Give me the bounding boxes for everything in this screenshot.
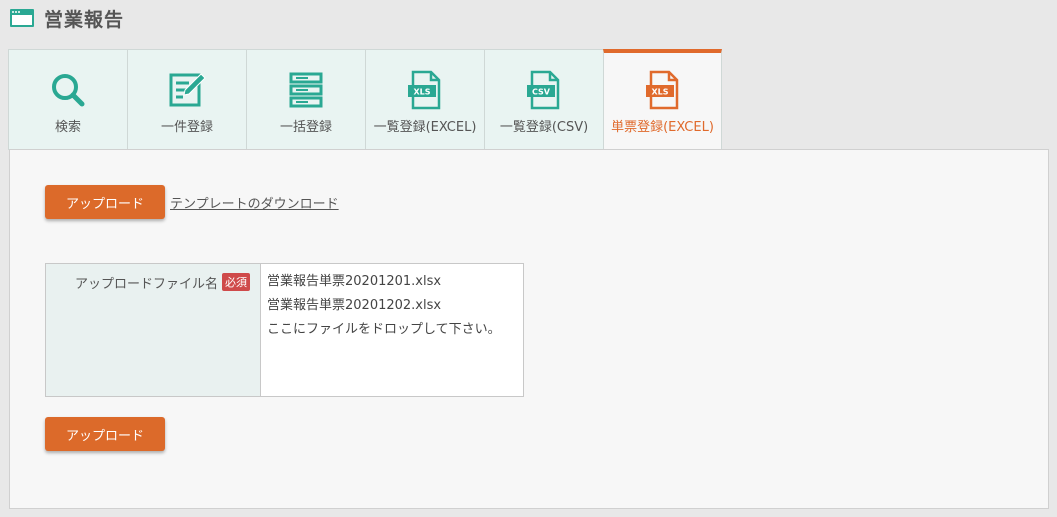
tab-label: 検索 xyxy=(54,120,81,135)
search-icon xyxy=(52,74,85,107)
xls-file-icon: XLS xyxy=(645,70,678,110)
upload-panel: アップロード テンプレートのダウンロード アップロードファイル名 必須 営業報告… xyxy=(9,149,1049,509)
tab-label: 一覧登録(EXCEL) xyxy=(373,120,477,135)
file-list-item: 営業報告単票20201202.xlsx xyxy=(267,298,442,313)
csv-icon-text: CSV xyxy=(532,88,551,97)
page-title: 営業報告 xyxy=(44,8,125,31)
xls-icon-text: XLS xyxy=(413,88,430,97)
template-download-link[interactable]: テンプレートのダウンロード xyxy=(170,193,339,212)
xls-icon-text: XLS xyxy=(651,88,668,97)
tab-search[interactable]: 検索 xyxy=(8,49,127,150)
file-name-label: アップロードファイル名 xyxy=(74,277,218,292)
upload-button-bottom[interactable]: アップロード xyxy=(45,417,165,451)
tab-single-entry[interactable]: 一件登録 xyxy=(127,49,246,150)
upload-form-table: アップロードファイル名 必須 営業報告単票20201201.xlsx 営業報告単… xyxy=(45,263,524,397)
tab-list-csv[interactable]: CSV 一覧登録(CSV) xyxy=(484,49,603,150)
window-icon xyxy=(10,9,34,27)
file-drop-zone[interactable]: 営業報告単票20201201.xlsx 営業報告単票20201202.xlsx … xyxy=(261,264,523,396)
tab-single-excel[interactable]: XLS 単票登録(EXCEL) xyxy=(603,49,722,151)
edit-form-icon xyxy=(169,73,206,107)
drop-hint: ここにファイルをドロップして下さい。 xyxy=(267,322,501,337)
page-header: 営業報告 xyxy=(10,7,125,31)
tab-label: 一覧登録(CSV) xyxy=(499,120,589,135)
csv-file-icon: CSV xyxy=(527,70,560,110)
tab-label: 一括登録 xyxy=(279,120,332,135)
xls-file-icon: XLS xyxy=(408,70,441,110)
list-stack-icon xyxy=(289,72,323,108)
upload-button-top[interactable]: アップロード xyxy=(45,185,165,219)
file-list-item: 営業報告単票20201201.xlsx xyxy=(267,274,442,289)
tab-label: 一件登録 xyxy=(160,120,213,135)
tab-label: 単票登録(EXCEL) xyxy=(611,120,714,135)
required-badge: 必須 xyxy=(222,273,250,291)
form-label-cell: アップロードファイル名 必須 xyxy=(46,264,261,396)
tab-bar: 検索 一件登録 一括登録 XLS 一覧登録(EXCEL) CSV 一覧登録(CS… xyxy=(8,49,722,151)
tab-list-excel[interactable]: XLS 一覧登録(EXCEL) xyxy=(365,49,484,150)
tab-bulk-entry[interactable]: 一括登録 xyxy=(246,49,365,150)
